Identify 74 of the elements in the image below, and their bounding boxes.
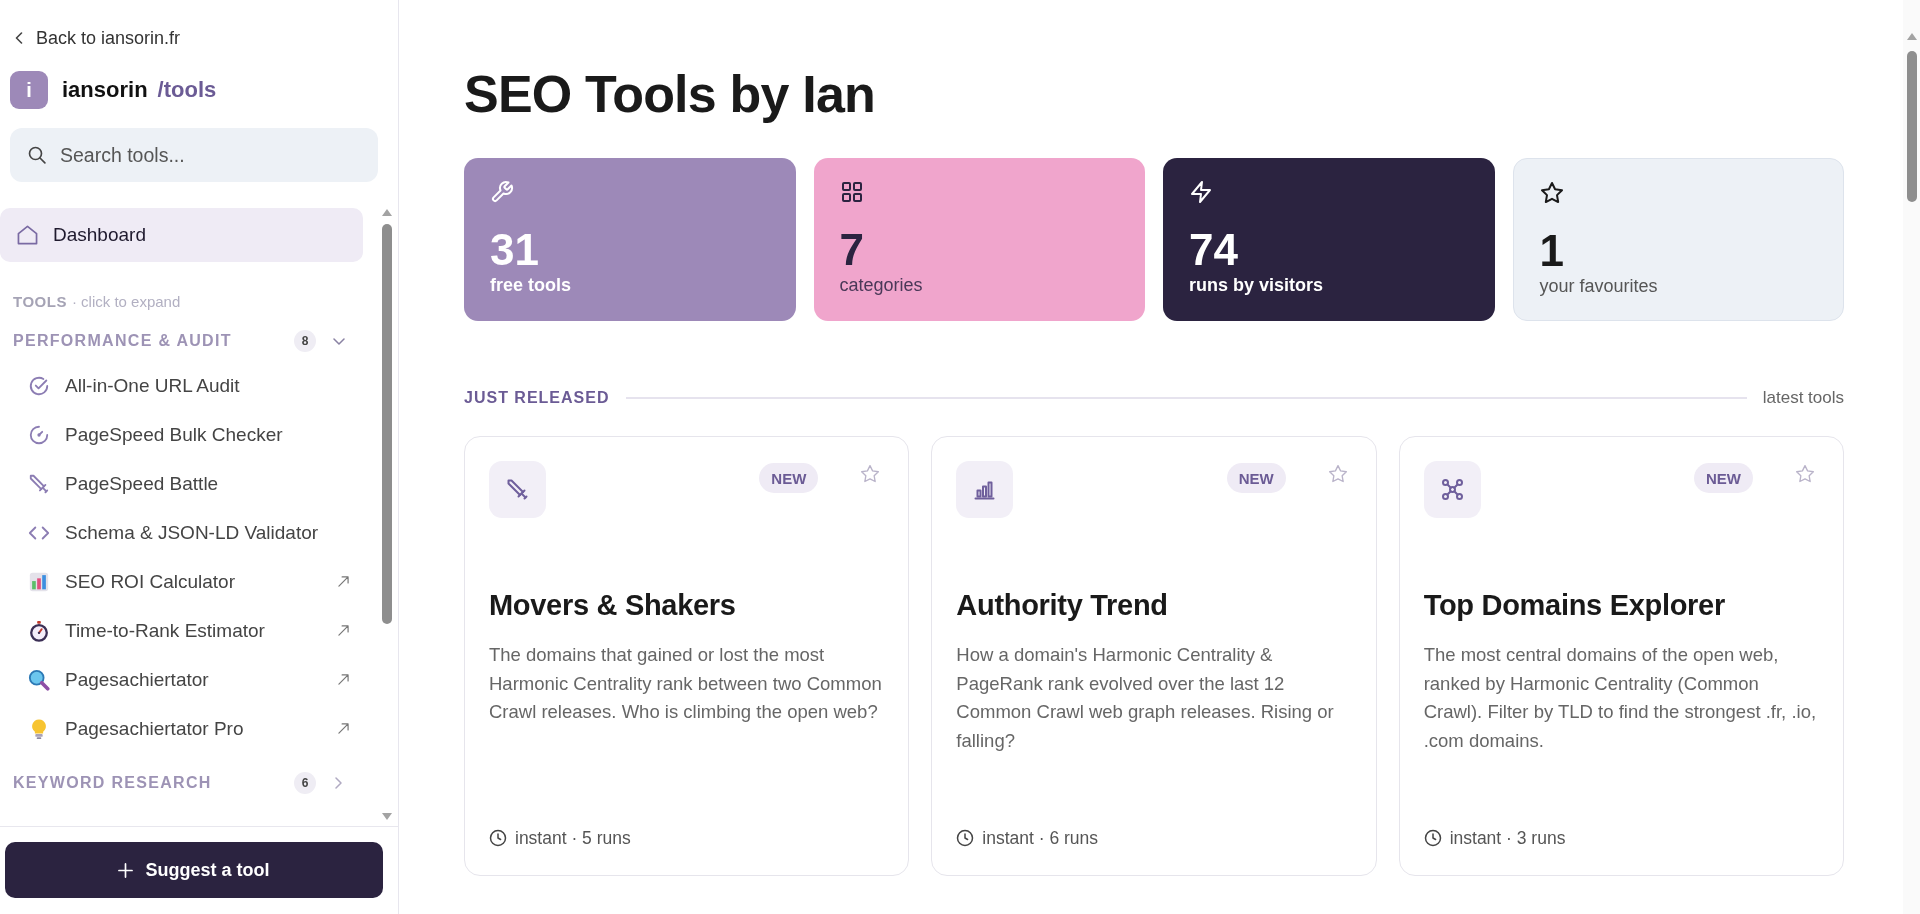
star-icon[interactable] [1795, 464, 1815, 484]
wrench-icon [490, 180, 514, 204]
star-icon[interactable] [860, 464, 881, 484]
tool-description: How a domain's Harmonic Centrality & PageRank rank evolved over the last 12 Common Crawl web graph releases. Rising or falling? [956, 643, 1335, 753]
stat-value: 74 [1189, 226, 1239, 274]
clock-icon [1423, 829, 1442, 847]
tools-heading: TOOLS [13, 292, 67, 310]
tool-link[interactable]: Time-to-Rank Estimator [0, 606, 380, 655]
scroll-up-icon[interactable] [381, 209, 392, 216]
stat-value: 31 [490, 226, 540, 274]
grid-icon [839, 180, 864, 204]
brand-path: /tools [157, 77, 217, 103]
chevron-down-icon[interactable] [333, 337, 345, 345]
tool-card[interactable]: NEW Movers & Shakers The domains that gained or lost the most Harmonic Centrality rank between two Common Crawl releases. Who is climbing the open web? instant · 5 runs [464, 436, 910, 876]
star-icon [1539, 181, 1564, 205]
stopwatch-icon [28, 619, 50, 642]
tool-link[interactable]: PageSpeed Bulk Checker [0, 410, 380, 459]
tool-card[interactable]: NEW Top Domains Explorer The most central domains of the open web, ranked by Harmonic Centrality (Common Crawl). Filter by TLD to find the strongest .fr, .io, .com domains. instant · 3 runs [1398, 436, 1844, 876]
tool-link[interactable]: All-in-One URL Audit [0, 361, 380, 410]
tool-description: The domains that gained or lost the most Harmonic Centrality rank between two Common Crawl releases. Who is climbing the open web? [489, 643, 883, 724]
tool-title: Authority Trend [956, 588, 1169, 623]
scrollbar-thumb[interactable] [1906, 51, 1917, 202]
nav-item[interactable]: Dashboard [0, 208, 363, 262]
check-circle-icon [28, 374, 50, 397]
chevron-right-icon[interactable] [335, 777, 342, 789]
tool-meta: instant · 3 runs [1449, 827, 1566, 849]
tool-description: The most central domains of the open web, ranked by Harmonic Centrality (Common Crawl). Filter by TLD to find the strongest .fr, .io, .com domains. [1423, 643, 1818, 753]
sword-icon [28, 472, 50, 495]
clock-icon [956, 829, 975, 847]
back-link[interactable]: Back to iansorin.fr [15, 26, 181, 50]
bar-chart-icon [28, 570, 50, 593]
brand-name: iansorin [62, 77, 148, 103]
home-icon [17, 225, 38, 245]
new-badge: NEW [759, 463, 819, 493]
tool-title: Movers & Shakers [489, 588, 737, 623]
search-icon [28, 146, 46, 164]
tool-title: Top Domains Explorer [1423, 588, 1726, 623]
scroll-up-icon[interactable] [1906, 33, 1917, 40]
scroll-down-icon[interactable] [381, 813, 392, 820]
search-field[interactable]: Search tools... [10, 128, 378, 182]
tool-meta: instant · 6 runs [982, 827, 1099, 849]
stat-value: 7 [839, 226, 865, 274]
tool-link[interactable]: Pagesachiertator [0, 655, 380, 704]
chevron-left-icon [15, 32, 23, 44]
tool-link[interactable]: Schema & JSON-LD Validator [0, 508, 380, 557]
magnifier-icon [28, 668, 50, 691]
gauge-icon [28, 423, 50, 446]
tool-meta: instant · 5 runs [515, 827, 631, 849]
network-nodes-icon [1423, 461, 1481, 518]
lightning-icon [1189, 180, 1213, 204]
count-badge: 8 [294, 330, 316, 352]
count-badge: 6 [294, 772, 316, 794]
stat-value: 1 [1539, 227, 1565, 275]
scrollbar-thumb[interactable] [381, 224, 392, 624]
page-title: SEO Tools by Ian [464, 64, 876, 124]
stat-label: categories [839, 274, 924, 296]
new-badge: NEW [1226, 463, 1286, 493]
stat-label: runs by visitors [1189, 274, 1325, 296]
plus-icon [118, 862, 134, 878]
sword-icon [489, 461, 546, 518]
tool-card[interactable]: NEW Authority Trend How a domain's Harmonic Centrality & PageRank rank evolved over the last 12 Common Crawl web graph releases. Rising or falling? instant · 6 runs [931, 436, 1377, 876]
section-caption: latest tools [1762, 388, 1844, 408]
clock-icon [489, 829, 507, 847]
stat-label: your favourites [1539, 275, 1659, 297]
tools-hint: · click to expand [71, 292, 181, 310]
tool-link[interactable]: PageSpeed Battle [0, 459, 380, 508]
section-title: JUST RELEASED [464, 389, 610, 407]
suggest-button[interactable]: Suggest a tool [5, 842, 383, 898]
new-badge: NEW [1694, 463, 1753, 493]
tool-link[interactable]: Pagesachiertator Pro [0, 704, 380, 753]
tool-link[interactable]: SEO ROI Calculator [0, 557, 380, 606]
stat-label: free tools [490, 274, 573, 296]
bar-chart-icon [956, 461, 1014, 518]
star-icon[interactable] [1327, 464, 1348, 484]
